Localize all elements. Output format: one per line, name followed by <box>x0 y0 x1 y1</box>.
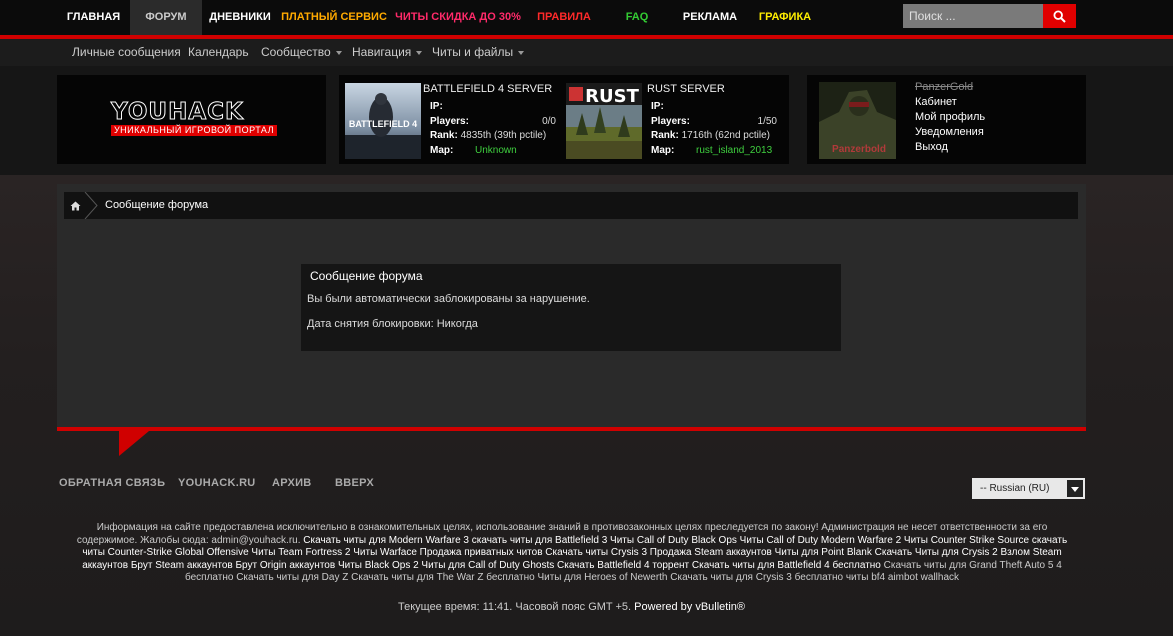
bf4-map-label: Map: <box>430 145 454 156</box>
subnav-navigation[interactable]: Навигация <box>352 39 423 66</box>
game-servers-panel: BATTLEFIELD 4 BATTLEFIELD 4 SERVER IP: P… <box>339 75 789 164</box>
nav-faq[interactable]: FAQ <box>602 0 672 35</box>
footer-disclaimer: Информация на сайте предоставлена исключ… <box>68 522 1076 585</box>
home-icon <box>70 201 80 210</box>
nav-rules[interactable]: ПРАВИЛА <box>526 0 602 35</box>
footer-link-youhack[interactable]: YOUHACK.RU <box>178 477 256 489</box>
top-nav: ГЛАВНАЯ ФОРУМ ДНЕВНИКИ ПЛАТНЫЙ СЕРВИС ЧИ… <box>0 0 1173 35</box>
footer-time: Текущее время: 11:41. Часовой пояс GMT +… <box>0 601 1143 613</box>
content-bottom-accent <box>57 427 1086 431</box>
rust-map-label: Map: <box>651 145 675 156</box>
message-text: Вы были автоматически заблокированы за н… <box>307 293 590 305</box>
powered-by[interactable]: Powered by vBulletin® <box>634 601 745 613</box>
message-unban-date: Дата снятия блокировки: Никогда <box>307 318 478 330</box>
bf4-map-value: Unknown <box>475 145 517 156</box>
logo-title: YOUHACK <box>111 99 244 126</box>
chevron-down-icon <box>518 50 525 55</box>
bf4-rank: Rank: 4835th (39th pctile) <box>430 130 547 141</box>
rust-thumbnail-caption: RUST <box>585 86 639 107</box>
user-link-logout[interactable]: Выход <box>915 141 948 153</box>
nav-graphics[interactable]: ГРАФИКА <box>748 0 822 35</box>
username[interactable]: PanzerGold <box>915 81 973 93</box>
logo-subtitle: УНИКАЛЬНЫЙ ИГРОВОЙ ПОРТАЛ <box>111 125 277 136</box>
forum-message-box: Сообщение форума Вы были автоматически з… <box>301 264 841 351</box>
bf4-thumbnail-caption: BATTLEFIELD 4 <box>349 119 417 129</box>
nav-home[interactable]: ГЛАВНАЯ <box>57 0 130 35</box>
sub-nav: Личные сообщения Календарь Сообщество На… <box>0 39 1173 66</box>
rust-server-thumbnail[interactable]: RUST <box>566 83 642 159</box>
nav-cheats-discount[interactable]: ЧИТЫ СКИДКА ДО 30% <box>390 0 526 35</box>
user-link-notifications[interactable]: Уведомления <box>915 126 984 138</box>
rust-players-value: 1/50 <box>757 116 777 127</box>
site-logo[interactable]: YOUHACK УНИКАЛЬНЫЙ ИГРОВОЙ ПОРТАЛ <box>57 75 326 164</box>
accent-triangle <box>119 431 149 456</box>
search-icon <box>1053 9 1066 23</box>
current-time: Текущее время: 11:41. Часовой пояс GMT +… <box>397 601 632 613</box>
rust-server-title[interactable]: RUST SERVER <box>647 83 725 95</box>
bf4-ip-label: IP: <box>430 101 443 112</box>
search-input[interactable] <box>903 4 1043 28</box>
nav-diaries[interactable]: ДНЕВНИКИ <box>202 0 278 35</box>
subnav-calendar[interactable]: Календарь <box>188 39 249 66</box>
footer-link-feedback[interactable]: ОБРАТНАЯ СВЯЗЬ <box>59 477 165 489</box>
rust-map-value: rust_island_2013 <box>696 145 773 156</box>
footer-link-archive[interactable]: АРХИВ <box>272 477 312 489</box>
chevron-down-icon <box>416 50 423 55</box>
subnav-cheats-files[interactable]: Читы и файлы <box>432 39 525 66</box>
main-content: Сообщение форума Сообщение форума Вы был… <box>57 184 1086 428</box>
search-button[interactable] <box>1043 4 1076 28</box>
breadcrumb-current: Сообщение форума <box>105 199 209 211</box>
rust-ip-label: IP: <box>651 101 664 112</box>
user-link-cabinet[interactable]: Кабинет <box>915 96 957 108</box>
bf4-server-title[interactable]: BATTLEFIELD 4 SERVER <box>423 83 552 95</box>
chevron-down-icon <box>335 50 342 55</box>
user-panel: Panzerbold PanzerGold Кабинет Мой профил… <box>807 75 1086 164</box>
breadcrumb-separator <box>84 192 98 219</box>
subnav-community[interactable]: Сообщество <box>261 39 342 66</box>
nav-ads[interactable]: РЕКЛАМА <box>672 0 748 35</box>
avatar[interactable]: Panzerbold <box>819 82 896 159</box>
breadcrumb-home[interactable] <box>64 192 86 219</box>
bf4-players-label: Players: <box>430 116 469 127</box>
rust-players-label: Players: <box>651 116 690 127</box>
avatar-caption: Panzerbold <box>832 144 886 155</box>
subnav-private-messages[interactable]: Личные сообщения <box>72 39 181 66</box>
nav-forum[interactable]: ФОРУМ <box>130 0 202 35</box>
chevron-down-icon <box>1067 480 1083 497</box>
bf4-players-value: 0/0 <box>542 116 556 127</box>
message-title: Сообщение форума <box>310 269 423 283</box>
nav-paid-service[interactable]: ПЛАТНЫЙ СЕРВИС <box>278 0 390 35</box>
language-select[interactable]: -- Russian (RU) <box>972 478 1085 499</box>
breadcrumb: Сообщение форума <box>64 192 1078 219</box>
language-selected: -- Russian (RU) <box>980 483 1050 494</box>
footer-link-top[interactable]: ВВЕРХ <box>335 477 374 489</box>
bf4-server-thumbnail[interactable]: BATTLEFIELD 4 <box>345 83 421 159</box>
rust-rank: Rank: 1716th (62nd pctile) <box>651 130 770 141</box>
user-link-profile[interactable]: Мой профиль <box>915 111 985 123</box>
